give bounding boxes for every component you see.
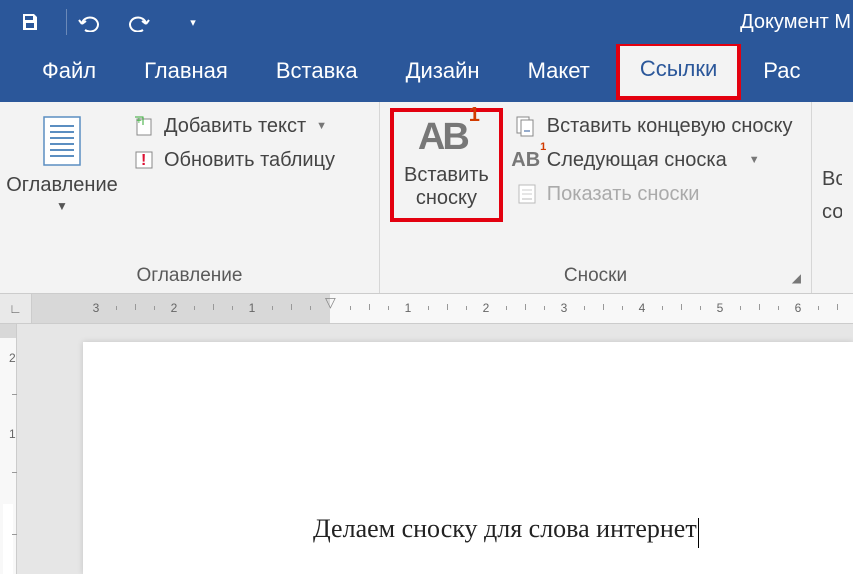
group-truncated: Вс со — [812, 102, 842, 293]
insert-endnote-icon — [515, 114, 539, 138]
tab-references[interactable]: Ссылки — [616, 42, 741, 100]
update-table-label: Обновить таблицу — [164, 149, 335, 172]
ruler-row: ∟ ▽ 3 2 1 1 2 3 4 5 6 — [0, 294, 853, 324]
insert-footnote-button[interactable]: AB1 Вставить сноску — [390, 108, 503, 222]
save-button[interactable] — [12, 4, 48, 40]
insert-footnote-label1: Вставить — [404, 164, 489, 187]
tab-design[interactable]: Дизайн — [382, 44, 504, 102]
insert-footnote-label2: сноску — [416, 187, 477, 210]
trunc-line2: со — [822, 201, 842, 224]
group-toc-label: Оглавление — [10, 257, 369, 293]
page-background: Делаем сноску для слова интернет — [17, 324, 853, 574]
qat-separator — [66, 9, 67, 35]
next-footnote-icon: AB1 — [515, 148, 539, 172]
document-text[interactable]: Делаем сноску для слова интернет — [313, 514, 697, 543]
save-icon — [20, 12, 40, 32]
add-text-label: Добавить текст — [164, 115, 306, 138]
group-footnotes: AB1 Вставить сноску Вставить концевую сн… — [380, 102, 812, 293]
next-footnote-caret-icon: ▼ — [749, 154, 760, 166]
show-notes-icon — [515, 182, 539, 206]
group-toc: Оглавление ▼ + Добавить текст ▼ ! Обнови… — [0, 102, 380, 293]
toc-icon — [39, 114, 85, 168]
show-notes-label: Показать сноски — [547, 183, 700, 206]
redo-button[interactable] — [121, 4, 157, 40]
title-bar: ▾ Документ M — [0, 0, 853, 44]
update-table-button[interactable]: ! Обновить таблицу — [132, 148, 335, 172]
document-area: 2 1 Делаем сноску для слова интернет — [0, 324, 853, 574]
add-text-button[interactable]: + Добавить текст ▼ — [132, 114, 335, 138]
tab-home[interactable]: Главная — [120, 44, 252, 102]
undo-button[interactable] — [71, 4, 107, 40]
svg-text:!: ! — [141, 152, 146, 169]
tab-truncated[interactable]: Рас — [743, 44, 800, 102]
tab-file[interactable]: Файл — [18, 44, 120, 102]
toc-button[interactable]: Оглавление ▼ — [10, 108, 114, 213]
document-title: Документ M — [740, 0, 853, 44]
tab-insert[interactable]: Вставка — [252, 44, 382, 102]
insert-endnote-label: Вставить концевую сноску — [547, 115, 793, 138]
redo-icon — [127, 12, 151, 32]
undo-icon — [77, 12, 101, 32]
text-cursor — [698, 518, 699, 548]
next-footnote-button[interactable]: AB1 Следующая сноска ▼ — [515, 148, 793, 172]
next-footnote-label: Следующая сноска — [547, 149, 727, 172]
qat-caret-icon: ▾ — [190, 16, 196, 29]
add-text-icon: + — [132, 114, 156, 138]
ribbon: Оглавление ▼ + Добавить текст ▼ ! Обнови… — [0, 102, 853, 294]
group-footnotes-label: Сноски ◢ — [390, 257, 801, 293]
toc-label: Оглавление — [6, 174, 118, 197]
trunc-line1: Вс — [822, 168, 842, 191]
ribbon-tabs: Файл Главная Вставка Дизайн Макет Ссылки… — [0, 44, 853, 102]
vertical-ruler[interactable]: 2 1 — [0, 324, 17, 574]
page[interactable]: Делаем сноску для слова интернет — [83, 342, 853, 574]
insert-footnote-icon: AB1 — [418, 118, 475, 156]
svg-text:+: + — [136, 116, 142, 127]
ruler-corner[interactable]: ∟ — [0, 294, 32, 323]
indent-marker-icon[interactable]: ▽ — [325, 294, 336, 311]
insert-endnote-button[interactable]: Вставить концевую сноску — [515, 114, 793, 138]
qat-customize[interactable]: ▾ — [175, 4, 211, 40]
tab-layout[interactable]: Макет — [504, 44, 614, 102]
toc-caret-icon: ▼ — [56, 199, 68, 213]
show-notes-button[interactable]: Показать сноски — [515, 182, 793, 206]
update-table-icon: ! — [132, 148, 156, 172]
footnotes-dialog-launcher[interactable]: ◢ — [792, 271, 801, 285]
horizontal-ruler[interactable]: ▽ 3 2 1 1 2 3 4 5 6 — [32, 294, 853, 323]
add-text-caret-icon: ▼ — [316, 120, 327, 132]
